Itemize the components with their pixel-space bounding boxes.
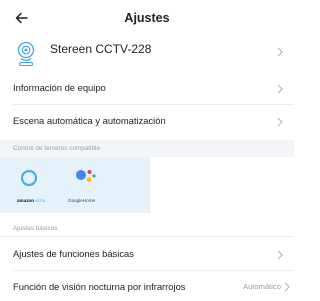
chevron-right-icon — [284, 282, 290, 292]
chevron-right-icon — [277, 47, 283, 57]
back-button[interactable] — [12, 8, 32, 28]
automation-label: Escena automática y automatización — [13, 115, 166, 126]
google-assistant-icon — [76, 170, 96, 182]
chevron-right-icon — [277, 250, 283, 260]
equipment-info-label: Información de equipo — [13, 82, 106, 93]
device-row[interactable]: Stereen CCTV-228 — [0, 34, 294, 70]
section-label: Ajustes básicos — [13, 225, 58, 232]
equipment-info-row[interactable]: Información de equipo — [0, 72, 294, 104]
automation-row[interactable]: Escena automática y automatización — [0, 104, 294, 136]
night-vision-label: Función de visión nocturna por infrarroj… — [13, 281, 186, 292]
device-name: Stereen CCTV-228 — [50, 42, 152, 56]
amazon-echo-item[interactable]: amazon echo — [14, 157, 54, 213]
top-bar: Ajustes — [0, 0, 294, 36]
page-title: Ajustes — [124, 11, 170, 25]
google-home-item[interactable]: GoogleHome — [68, 157, 108, 213]
alexa-icon — [20, 169, 38, 187]
divider — [0, 236, 294, 237]
night-vision-value: Automático — [243, 282, 281, 291]
section-header-third-party: Control de terceros compatible — [0, 140, 294, 157]
night-vision-row[interactable]: Función de visión nocturna por infrarroj… — [0, 270, 294, 301]
amazon-label: amazon echo — [17, 198, 46, 203]
section-label: Control de terceros compatible — [13, 145, 101, 152]
third-party-integrations: amazon echo GoogleHome — [0, 157, 150, 213]
basic-functions-row[interactable]: Ajustes de funciones básicas — [0, 238, 294, 270]
section-header-basic: Ajustes básicos — [0, 213, 294, 237]
arrow-left-icon — [15, 12, 28, 24]
basic-functions-label: Ajustes de funciones básicas — [13, 248, 134, 259]
chevron-right-icon — [277, 84, 283, 94]
google-home-label: GoogleHome — [68, 198, 96, 203]
camera-icon — [17, 41, 35, 67]
chevron-right-icon — [277, 117, 283, 127]
